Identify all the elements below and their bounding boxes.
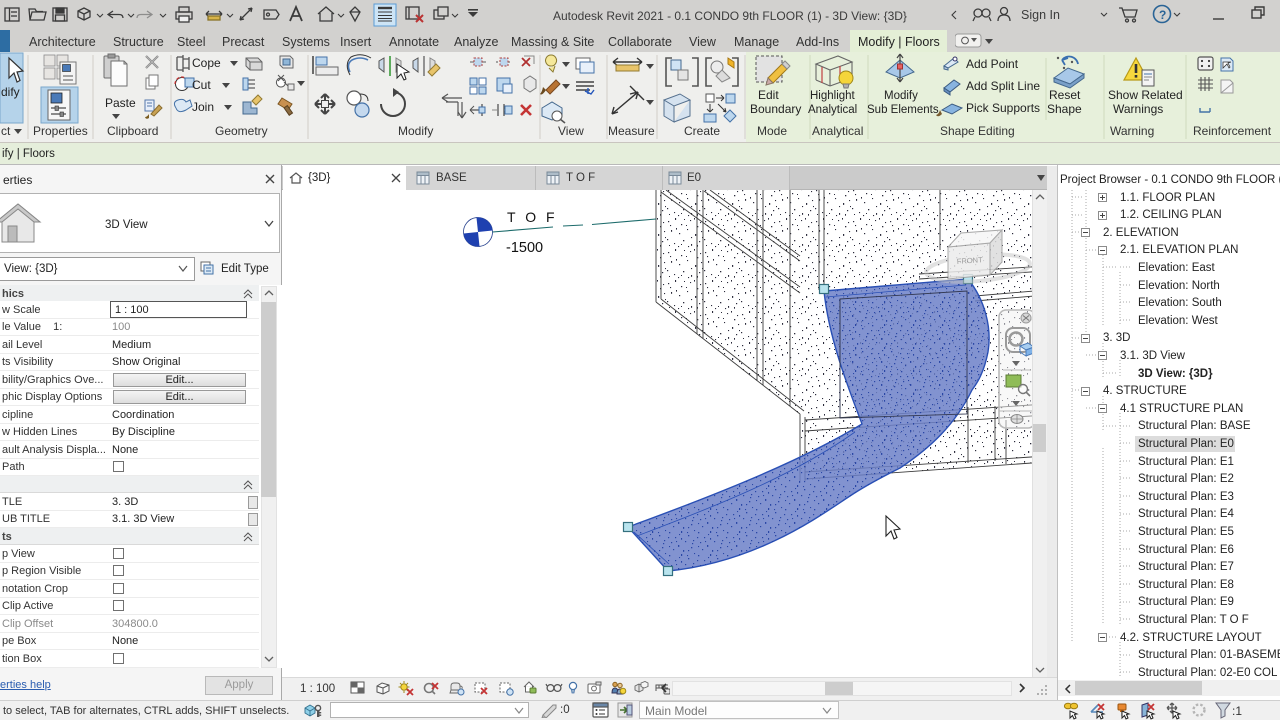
svg-text:Edit: Edit (758, 88, 779, 102)
svg-text:Measure: Measure (608, 124, 655, 138)
svg-text:Analytical: Analytical (808, 104, 857, 116)
svg-text:Shape: Shape (1047, 102, 1082, 116)
svg-text:Shape Editing: Shape Editing (940, 124, 1015, 138)
svg-text:Paste: Paste (105, 96, 136, 110)
svg-text:T O F: T O F (507, 209, 558, 225)
svg-text:Highlight: Highlight (810, 90, 856, 102)
svg-text:?: ? (1159, 8, 1166, 22)
svg-text:Modify: Modify (398, 124, 433, 138)
svg-text:Add Point: Add Point (966, 57, 1019, 71)
svg-text:Sub Elements: Sub Elements (867, 104, 939, 116)
svg-text:-1500: -1500 (506, 240, 543, 256)
svg-text:View: View (558, 124, 584, 138)
svg-text:Show Related: Show Related (1108, 88, 1183, 102)
svg-text:Reset: Reset (1049, 88, 1081, 102)
svg-text:Geometry: Geometry (215, 124, 268, 138)
svg-text:Join: Join (192, 100, 214, 114)
svg-text:Reinforcement: Reinforcement (1193, 124, 1272, 138)
svg-text:Mode: Mode (757, 124, 787, 138)
svg-text:Boundary: Boundary (750, 102, 801, 116)
svg-text:FRONT: FRONT (957, 255, 984, 266)
svg-text:Create: Create (684, 124, 720, 138)
svg-text:Pick Supports: Pick Supports (966, 101, 1040, 115)
svg-text:Analytical: Analytical (812, 124, 863, 138)
svg-text:Warning: Warning (1110, 124, 1154, 138)
svg-text:Clipboard: Clipboard (107, 124, 158, 138)
svg-text:Warnings: Warnings (1113, 102, 1163, 116)
svg-text:Modify: Modify (884, 90, 918, 102)
svg-text:ct: ct (1, 124, 11, 138)
svg-text:Properties: Properties (33, 124, 88, 138)
svg-text:Cope: Cope (192, 56, 221, 70)
svg-text:Cut: Cut (192, 78, 211, 92)
svg-text::1: :1 (1232, 704, 1242, 718)
svg-text:dify: dify (1, 85, 20, 99)
svg-text:Add Split Line: Add Split Line (966, 79, 1040, 93)
